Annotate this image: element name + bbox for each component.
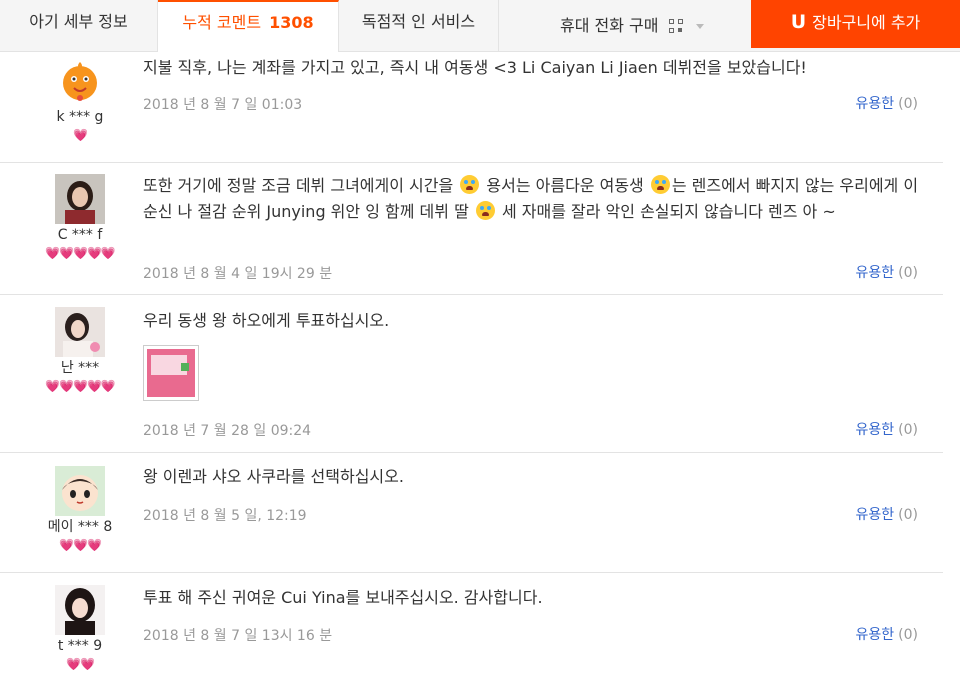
avatar [55,585,105,635]
username: t *** 9 [57,638,103,654]
helpful-count: (0) [898,265,918,281]
comments-count: 1308 [269,13,314,32]
helpful-button[interactable]: 유용한 (0) [856,93,918,113]
tab-bar: 아기 세부 정보 누적 코멘트 1308 독점적 인 서비스 휴대 전화 구매 U… [0,0,960,52]
review-text: 왕 이렌과 샤오 사쿠라를 선택하십시오. [143,467,404,486]
review-user: 메이 *** 8 💗💗💗 [40,466,120,552]
review-image [147,349,195,397]
helpful-label: 유용한 [855,627,895,643]
review-item: 난 *** 💗💗💗💗💗 우리 동생 왕 하오에게 투표하십시오. 2018 년 … [0,295,943,453]
add-to-cart-label: 장바구니에 추가 [812,13,921,32]
review-item: k *** g 💗 지불 직후, 나는 계좌를 가지고 있고, 즉시 내 여동생… [0,52,943,163]
review-text: 투표 해 주신 귀여운 Cui Yina를 보내주십시오. 감사합니다. [143,588,543,607]
username: C *** f [57,227,103,243]
avatar [55,466,105,516]
review-date: 2018 년 8 월 4 일 19시 29 분 [143,266,333,282]
helpful-button[interactable]: 유용한 (0) [856,504,918,524]
review-user: t *** 9 💗💗 [40,585,120,671]
avatar [55,56,105,106]
add-to-cart-button[interactable]: U 장바구니에 추가 [751,0,960,48]
review-user: C *** f 💗💗💗💗💗 [40,174,120,260]
review-date: 2018 년 7 월 28 일 09:24 [143,423,312,439]
heart-icon: 💗💗 [66,657,95,671]
cart-u-icon: U [790,11,807,33]
tab-details[interactable]: 아기 세부 정보 [0,0,158,52]
username: k *** g [56,109,104,125]
helpful-button[interactable]: 유용한 (0) [856,262,918,282]
review-item: t *** 9 💗💗 투표 해 주신 귀여운 Cui Yina를 보내주십시오.… [0,573,943,684]
helpful-label: 유용한 [855,265,895,281]
username: 메이 *** 8 [47,519,113,535]
username: 난 *** [60,360,100,376]
review-date: 2018 년 8 월 7 일 13시 16 분 [143,628,333,644]
tab-service[interactable]: 독점적 인 서비스 [339,0,499,52]
helpful-button[interactable]: 유용한 (0) [856,624,918,644]
review-image-thumbnail[interactable] [143,345,199,401]
helpful-button[interactable]: 유용한 (0) [856,419,918,439]
tab-comments-label: 누적 코멘트 [182,13,262,32]
review-item: C *** f 💗💗💗💗💗 또한 거기에 정말 조금 데뷔 그녀에게이 시간을 … [0,163,943,295]
crying-emoji-icon [475,201,495,220]
avatar [55,307,105,357]
mobile-purchase-dropdown[interactable]: 휴대 전화 구매 [560,0,704,52]
helpful-count: (0) [898,627,918,643]
review-text-part: 용서는 아름다운 여동생 [481,176,649,195]
review-item: 메이 *** 8 💗💗💗 왕 이렌과 샤오 사쿠라를 선택하십시오. 2018 … [0,453,943,573]
helpful-label: 유용한 [855,422,895,438]
heart-icon: 💗💗💗💗💗 [45,246,116,260]
heart-icon: 💗 [73,128,88,142]
review-user: k *** g 💗 [40,56,120,142]
heart-icon: 💗💗💗 [59,538,102,552]
review-date: 2018 년 8 월 5 일, 12:19 [143,508,307,524]
crying-emoji-icon [650,175,670,194]
heart-icon: 💗💗💗💗💗 [45,379,116,393]
review-text: 또한 거기에 정말 조금 데뷔 그녀에게이 시간을 용서는 아름다운 여동생 는… [143,173,923,225]
mobile-purchase-label: 휴대 전화 구매 [560,16,659,35]
helpful-label: 유용한 [855,507,895,523]
helpful-count: (0) [898,507,918,523]
helpful-count: (0) [898,96,918,112]
review-date: 2018 년 8 월 7 일 01:03 [143,97,303,113]
review-text: 우리 동생 왕 하오에게 투표하십시오. [143,311,390,330]
review-text-part: 또한 거기에 정말 조금 데뷔 그녀에게이 시간을 [143,176,459,195]
tab-comments[interactable]: 누적 코멘트 1308 [158,0,339,52]
helpful-label: 유용한 [855,96,895,112]
review-user: 난 *** 💗💗💗💗💗 [40,307,120,393]
qr-code-icon [668,19,683,33]
review-text-part: 세 자매를 잘라 악인 손실되지 않습니다 렌즈 아 ~ [496,202,836,221]
crying-emoji-icon [460,175,480,194]
review-text: 지불 직후, 나는 계좌를 가지고 있고, 즉시 내 여동생 <3 Li Cai… [143,58,807,77]
avatar [55,174,105,224]
chevron-down-icon [695,24,704,29]
helpful-count: (0) [898,422,918,438]
